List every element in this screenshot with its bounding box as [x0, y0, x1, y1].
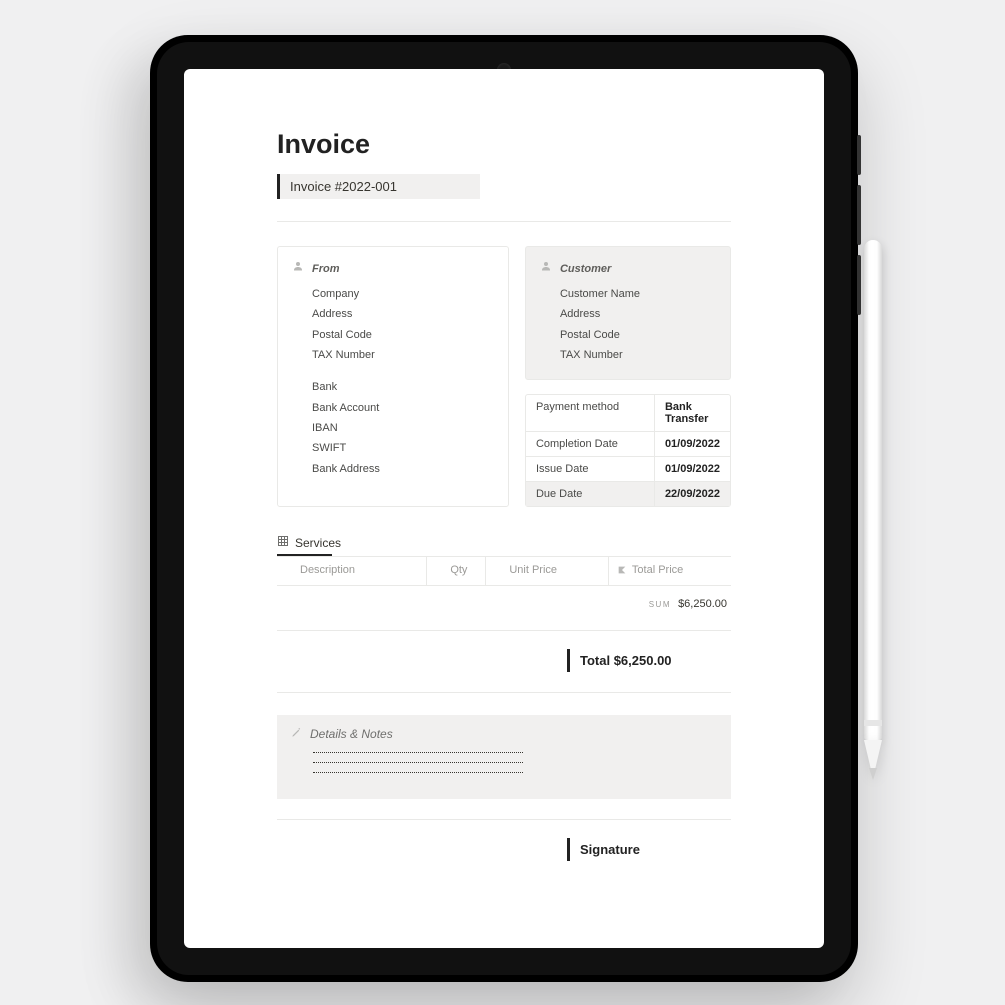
meta-key: Completion Date: [526, 432, 655, 456]
services-heading-label: Services: [295, 536, 341, 550]
col-total-price: Total Price: [608, 557, 731, 586]
col-qty: Qty: [427, 557, 486, 586]
divider: [277, 819, 731, 820]
customer-card: Customer Customer NameAddressPostal Code…: [525, 246, 731, 380]
from-line: Address: [312, 304, 494, 324]
divider: [277, 221, 731, 222]
customer-line: Postal Code: [560, 325, 716, 345]
from-body: CompanyAddressPostal CodeTAX Number: [292, 284, 494, 365]
customer-heading-label: Customer: [560, 259, 611, 280]
notes-line: [313, 761, 523, 763]
divider: [277, 630, 731, 631]
pencil-icon: [291, 727, 302, 741]
person-icon: [540, 259, 552, 280]
meta-value: 01/09/2022: [655, 457, 730, 481]
meta-value: 01/09/2022: [655, 432, 730, 456]
tablet-power-button: [857, 135, 861, 175]
customer-line: TAX Number: [560, 345, 716, 365]
from-line: Company: [312, 284, 494, 304]
sum-label: sum: [649, 600, 671, 609]
col-unit-price: Unit Price: [486, 557, 609, 586]
from-bank-line: SWIFT: [312, 438, 494, 458]
customer-line: Customer Name: [560, 284, 716, 304]
from-bank-line: IBAN: [312, 418, 494, 438]
divider: [277, 692, 731, 693]
page-title: Invoice: [277, 129, 731, 160]
from-heading: From: [292, 259, 494, 280]
services-tab: Services: [277, 535, 731, 550]
stylus-pencil: [864, 240, 882, 785]
col-description: Description: [277, 557, 427, 586]
details-heading-label: Details & Notes: [310, 727, 393, 741]
from-bank-line: Bank: [312, 377, 494, 397]
from-line: TAX Number: [312, 345, 494, 365]
services-table: Description Qty Unit Price Total Price: [277, 556, 731, 586]
tablet-screen: Invoice Invoice #2022-001 From CompanyAd…: [184, 69, 824, 948]
person-icon: [292, 259, 304, 280]
sum-line: sum $6,250.00: [277, 598, 727, 610]
customer-heading: Customer: [540, 259, 716, 280]
tablet-volume-up: [857, 185, 861, 245]
signature-callout: Signature: [567, 838, 731, 861]
tablet-volume-down: [857, 255, 861, 315]
from-bank-line: Bank Account: [312, 398, 494, 418]
details-notes-box: Details & Notes: [277, 715, 731, 799]
from-heading-label: From: [312, 259, 340, 280]
meta-key: Issue Date: [526, 457, 655, 481]
from-bank-body: BankBank AccountIBANSWIFTBank Address: [292, 377, 494, 479]
tablet-bezel: Invoice Invoice #2022-001 From CompanyAd…: [157, 42, 851, 975]
meta-key: Due Date: [526, 482, 655, 506]
meta-value: Bank Transfer: [655, 395, 730, 431]
meta-row: Issue Date01/09/2022: [526, 456, 730, 481]
from-line: Postal Code: [312, 325, 494, 345]
notes-line: [313, 751, 523, 753]
meta-row: Due Date22/09/2022: [526, 481, 730, 506]
notes-line: [313, 771, 523, 773]
table-icon: [277, 535, 289, 550]
meta-value: 22/09/2022: [655, 482, 730, 506]
from-bank-line: Bank Address: [312, 459, 494, 479]
meta-row: Completion Date01/09/2022: [526, 431, 730, 456]
invoice-meta-table: Payment methodBank TransferCompletion Da…: [525, 394, 731, 507]
invoice-number-callout: Invoice #2022-001: [277, 174, 480, 199]
from-card: From CompanyAddressPostal CodeTAX Number…: [277, 246, 509, 507]
customer-body: Customer NameAddressPostal CodeTAX Numbe…: [540, 284, 716, 365]
sum-value: $6,250.00: [678, 598, 727, 610]
total-callout: Total $6,250.00: [567, 649, 731, 672]
meta-key: Payment method: [526, 395, 655, 431]
tablet-frame: Invoice Invoice #2022-001 From CompanyAd…: [150, 35, 858, 982]
meta-row: Payment methodBank Transfer: [526, 395, 730, 431]
customer-line: Address: [560, 304, 716, 324]
invoice-document: Invoice Invoice #2022-001 From CompanyAd…: [277, 69, 731, 861]
